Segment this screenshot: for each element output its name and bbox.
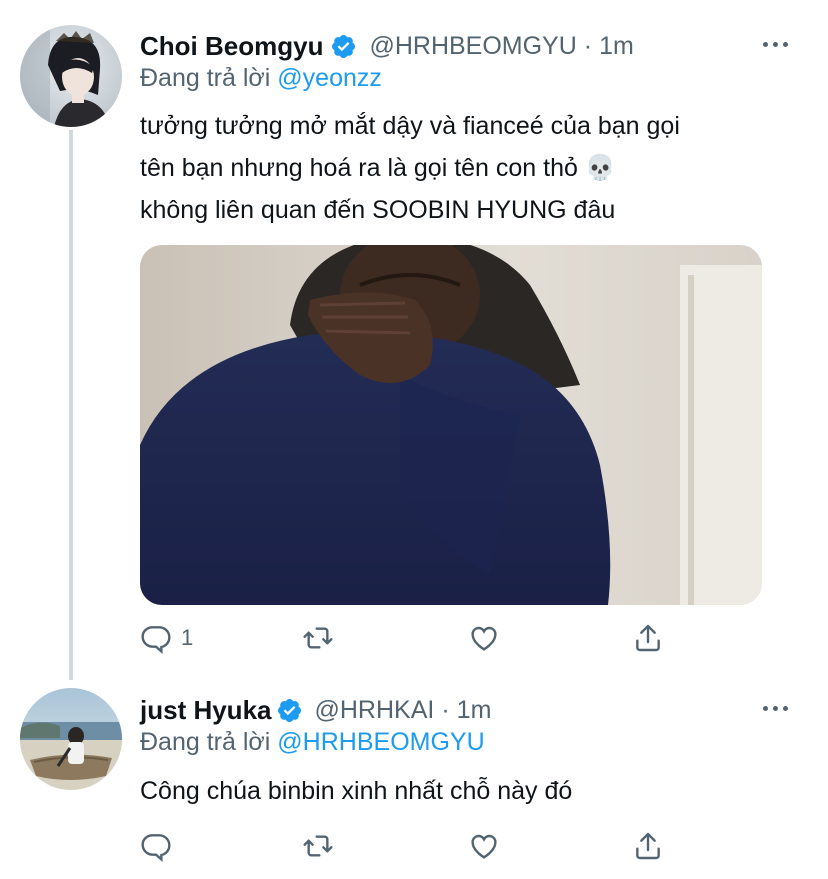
timestamp[interactable]: 1m <box>457 696 492 725</box>
separator-dot: · <box>583 31 593 60</box>
avatar[interactable] <box>20 688 122 790</box>
like-icon <box>471 626 497 651</box>
reply-icon <box>141 834 171 862</box>
reply-mention-link[interactable]: @yeonzz <box>277 64 382 92</box>
display-name[interactable]: just Hyuka <box>140 695 272 726</box>
more-dots-icon[interactable] <box>763 706 788 711</box>
more-dots-icon[interactable] <box>763 42 788 47</box>
tweet-header: Choi Beomgyu @HRHBEOMGYU · 1m <box>140 28 634 64</box>
reply-prefix: Đang trả lời <box>140 64 271 92</box>
share-button[interactable] <box>632 830 664 862</box>
reply-button[interactable]: 1 <box>140 622 193 654</box>
reply-mention-link[interactable]: @HRHBEOMGYU <box>277 728 484 756</box>
retweet-icon <box>303 627 333 649</box>
reply-prefix: Đang trả lời <box>140 728 271 756</box>
tweet-2[interactable]: just Hyuka @HRHKAI · 1m Đang trả lời @HR… <box>0 680 828 879</box>
tweet-text-line: Công chúa binbin xinh nhất chỗ này đó <box>140 777 573 805</box>
like-button[interactable] <box>468 830 500 862</box>
thread-connector <box>69 130 73 680</box>
display-name[interactable]: Choi Beomgyu <box>140 31 323 62</box>
reply-count: 1 <box>181 625 194 650</box>
timestamp[interactable]: 1m <box>599 32 634 61</box>
separator-dot: · <box>441 695 450 724</box>
share-icon <box>636 624 660 652</box>
reply-icon <box>141 626 171 654</box>
share-icon <box>636 832 660 860</box>
tweet-media-image[interactable] <box>140 245 762 605</box>
handle[interactable]: @HRHKAI <box>315 696 435 725</box>
replying-to: Đang trả lời @HRHBEOMGYU <box>140 728 485 757</box>
like-icon <box>471 834 497 859</box>
like-button[interactable] <box>468 622 500 654</box>
tweet-text-line: không liên quan đến SOOBIN HYUNG đâu <box>140 196 616 224</box>
verified-badge-icon <box>277 698 301 722</box>
reply-button[interactable] <box>140 830 181 862</box>
tweet-1[interactable]: Choi Beomgyu @HRHBEOMGYU · 1m Đang trả l… <box>0 0 828 680</box>
retweet-button[interactable] <box>302 622 334 654</box>
replying-to: Đang trả lời @yeonzz <box>140 64 382 93</box>
retweet-button[interactable] <box>302 830 334 862</box>
verified-badge-icon <box>332 34 356 58</box>
tweet-actions <box>140 830 680 866</box>
share-button[interactable] <box>632 622 664 654</box>
retweet-icon <box>303 835 333 857</box>
handle[interactable]: @HRHBEOMGYU <box>369 32 576 61</box>
tweet-text-line: tên bạn nhưng hoá ra là gọi tên con thỏ … <box>140 154 616 182</box>
tweet-text-line: tưởng tưởng mở mắt dậy và fianceé của bạ… <box>140 112 680 140</box>
tweet-header: just Hyuka @HRHKAI · 1m <box>140 692 491 728</box>
avatar[interactable] <box>20 25 122 127</box>
tweet-text: Công chúa binbin xinh nhất chỗ này đó <box>140 770 790 812</box>
tweet-text: tưởng tưởng mở mắt dậy và fianceé của bạ… <box>140 105 790 231</box>
tweet-actions: 1 <box>140 622 680 658</box>
